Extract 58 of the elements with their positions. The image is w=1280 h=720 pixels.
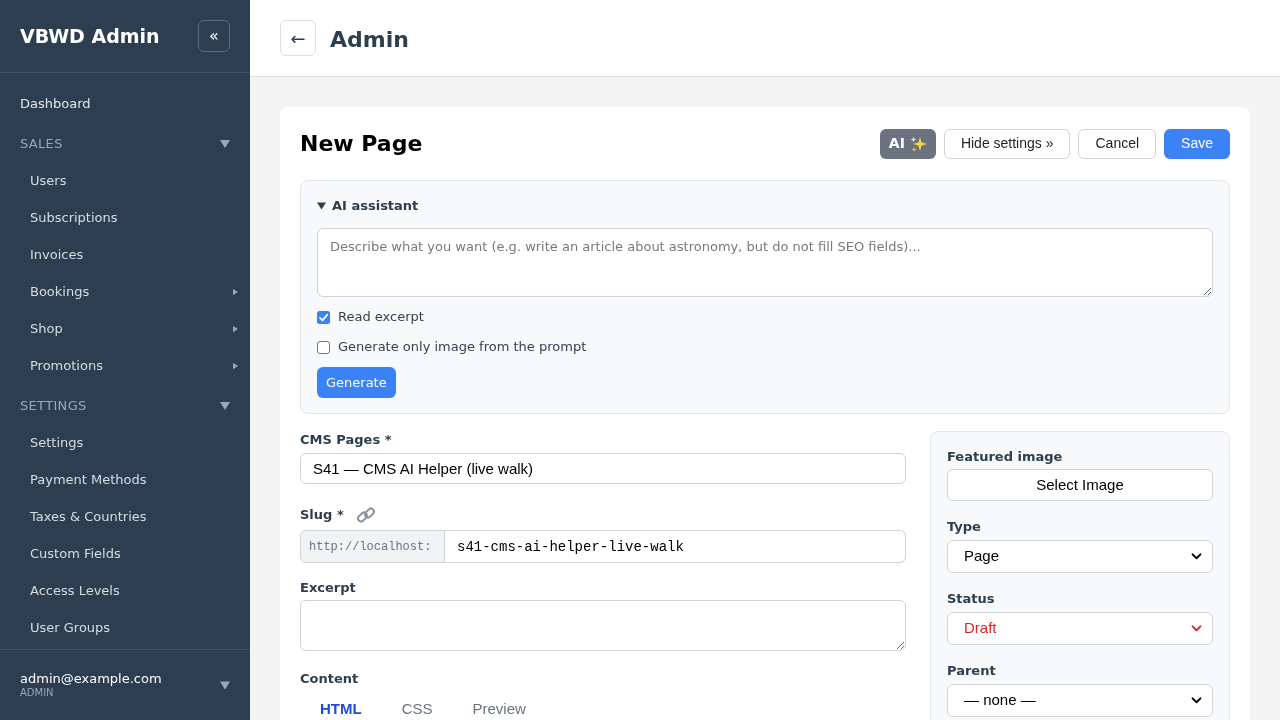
toolbar-button[interactable]: Hide settings » (943, 128, 1071, 159)
app-title: VBWD Admin (20, 26, 160, 46)
field-label: Slug * (300, 506, 344, 525)
user-email: admin@example.com (20, 671, 162, 687)
field-label: Content (300, 670, 360, 688)
field-label: CMS Pages * (300, 431, 393, 449)
section-header[interactable]: SALES (0, 125, 250, 162)
nav-item[interactable]: Payment Methods (0, 461, 250, 498)
dropdown-select[interactable]: Page (947, 540, 1213, 573)
field-label: Featured image (947, 448, 1064, 466)
nav-item[interactable]: Shop (0, 310, 250, 347)
title-input[interactable]: S41 — CMS AI Helper (live walk) (300, 453, 906, 484)
select-image-button[interactable]: Select Image (947, 469, 1213, 501)
collapse-button[interactable]: « (198, 20, 230, 52)
slug-input[interactable]: s41-cms-ai-helper-live-walk (445, 530, 906, 563)
nav-item[interactable]: Taxes & Countries (0, 498, 250, 535)
dropdown-select[interactable]: Draft (947, 612, 1213, 645)
nav-item[interactable]: Settings (0, 424, 250, 461)
nav-item[interactable]: Subscriptions (0, 199, 250, 236)
user-role: ADMIN (20, 687, 55, 699)
save-button[interactable]: Save (1164, 128, 1230, 159)
header-title: Admin (330, 25, 409, 54)
nav-item[interactable]: Bookings (0, 273, 250, 310)
section-header[interactable]: SETTINGS (0, 387, 250, 424)
nav-item[interactable]: Promotions (0, 347, 250, 384)
chevron-down-icon (1191, 625, 1202, 632)
chevron-down-icon (1191, 697, 1202, 704)
nav-item[interactable]: Access Levels (0, 572, 250, 609)
nav-item[interactable]: Users (0, 162, 250, 199)
checkbox-label: Generate only image from the prompt (338, 338, 587, 357)
nav-link[interactable]: Dashboard (0, 85, 250, 122)
prompt-field[interactable]: Describe what you want (e.g. write an article about astronomy, but do not fill SEO fields)... (317, 228, 1213, 297)
ai-assistant-toggle[interactable]: AI assistant (317, 197, 1213, 215)
sparkles-icon (909, 135, 927, 152)
nav-item[interactable]: Invoices (0, 236, 250, 273)
nav-item[interactable]: Custom Fields (0, 535, 250, 572)
page-title: New Page (300, 130, 423, 158)
field-label: Excerpt (300, 579, 357, 597)
nav-item[interactable]: User Groups (0, 609, 250, 646)
chevron-down-icon (1191, 553, 1202, 560)
checkbox-label: Read excerpt (338, 308, 424, 327)
generate-button[interactable]: Generate (317, 367, 396, 398)
link-icon[interactable] (355, 506, 376, 524)
editor-tab[interactable]: HTML (300, 698, 382, 718)
checkbox[interactable] (317, 340, 330, 354)
excerpt-field[interactable] (300, 600, 906, 651)
ai-button[interactable]: AI (879, 128, 936, 159)
field-label: Type (947, 518, 982, 536)
url-prefix: http://localhost: (300, 530, 445, 563)
dropdown-select[interactable]: — none — (947, 684, 1213, 717)
checkbox[interactable] (317, 310, 330, 324)
caret-down-icon (220, 680, 230, 690)
editor-tab[interactable]: CSS (381, 698, 453, 718)
field-label: Parent (947, 662, 997, 680)
editor-tab[interactable]: Preview (452, 698, 546, 718)
toolbar-button[interactable]: Cancel (1078, 128, 1157, 159)
back-button[interactable]: ← (280, 20, 316, 56)
field-label: Status (947, 590, 996, 608)
